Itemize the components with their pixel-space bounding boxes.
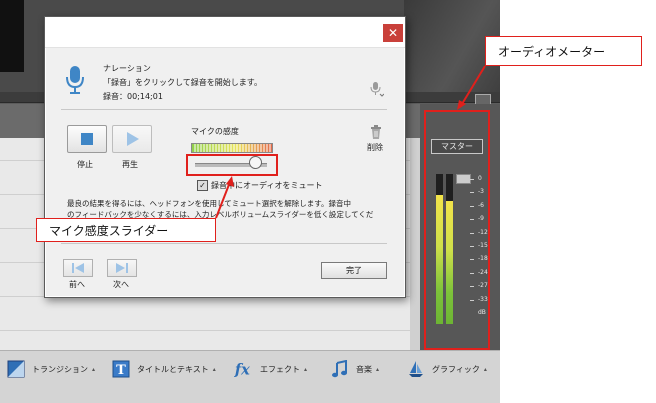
meter-scale-label: dB [478,309,486,316]
toolbar-label: 音楽 [356,364,372,374]
mic-source-dropdown-icon[interactable] [370,81,384,97]
meter-scale-tick [470,192,474,194]
play-button[interactable] [112,125,152,153]
meter-scale-label: -3 [478,188,484,196]
slider-highlight-box [186,154,278,176]
meter-fill-right [446,201,453,324]
microphone-icon [66,66,84,94]
back-label: 前へ [69,280,85,289]
help-text-line: 最良の結果を得るには、ヘッドフォンを使用してミュート選択を解除します。録音中 [67,199,352,208]
dialog-titlebar[interactable] [45,17,405,48]
back-arrow-icon [72,263,84,273]
delete-label[interactable]: 削除 [367,142,383,153]
meter-scale-label: -18 [478,255,488,263]
meter-scale-tick [470,259,474,261]
help-text: 最良の結果を得るには、ヘッドフォンを使用してミュート選択を解除します。録音中 の… [67,198,387,220]
meter-scale-tick [470,246,474,247]
toolbar-graphics[interactable]: グラフィック ▴ [406,358,487,380]
toolbar-effects[interactable]: fx エフェクト ▴ [234,358,307,380]
stop-label: 停止 [77,160,93,169]
separator [61,243,387,244]
separator [61,109,387,110]
record-time: 録音：00;14;01 [103,92,163,101]
meter-scale-tick [470,232,474,234]
meter-scale-label: -24 [478,268,488,276]
transition-icon [6,359,26,379]
timeline-vertical-scrollbar[interactable] [410,138,420,350]
meter-scale-tick [470,219,474,221]
meter-fill-left [436,195,443,324]
title-text-icon: T [111,359,131,379]
meter-scale-tick [470,179,474,180]
audio-meter-callout: オーディオメーター [485,36,642,66]
meter-scale-tick [470,286,474,288]
caret-up-icon: ▴ [304,365,308,373]
caret-up-icon: ▴ [92,365,96,373]
meter-scale-label: -9 [478,215,484,223]
master-volume-fader[interactable] [456,174,471,184]
play-label: 再生 [122,160,138,169]
meter-bar-left [436,174,443,324]
caret-up-icon: ▴ [376,365,380,373]
toolbar-label: タイトルとテキスト [137,364,209,374]
master-label[interactable]: マスター [431,139,483,154]
svg-text:T: T [116,363,126,378]
close-button[interactable]: ✕ [383,24,403,42]
play-icon [127,132,139,146]
graphics-sailboat-icon [406,359,426,379]
toolbar-music[interactable]: 音楽 ▴ [330,358,379,380]
meter-scale-label: -12 [478,228,488,236]
meter-scale-label: 0 [478,175,482,182]
next-label: 次へ [113,280,129,289]
preview-monitor [0,0,24,72]
mic-slider-callout: マイク感度スライダー [36,218,216,242]
meter-scale-tick [470,272,474,274]
meter-bar-right [446,174,453,324]
trash-icon[interactable] [370,125,382,139]
mic-sensitivity-label: マイクの感度 [191,127,239,136]
meter-scale-label: -33 [478,295,488,303]
toolbar-label: エフェクト [260,364,300,374]
music-note-icon [330,359,350,379]
done-button[interactable]: 完了 [321,262,387,279]
next-arrow-icon [116,263,128,273]
back-button[interactable] [63,259,93,277]
narration-title: ナレーション [103,64,151,73]
caret-up-icon: ▴ [212,365,216,373]
input-level-meter [191,143,273,153]
toolbar-label: トランジション [32,364,88,374]
meter-scale-label: -15 [478,242,488,249]
narration-instruction: 「録音」をクリックして録音を開始します。 [103,78,262,87]
mute-checkbox-label: 録音中にオーディオをミュート [211,181,323,190]
meter-scale-tick [470,299,474,301]
next-button[interactable] [107,259,137,277]
toolbar-transitions[interactable]: トランジション ▴ [6,358,95,380]
meter-scale-label: -27 [478,282,488,290]
stop-button[interactable] [67,125,107,153]
svg-text:fx: fx [234,361,250,378]
caret-up-icon: ▴ [483,365,487,373]
effects-fx-icon: fx [234,359,254,379]
mute-checkbox[interactable]: ✓ [197,180,208,191]
toolbar-label: グラフィック [432,364,480,374]
stop-icon [81,133,93,145]
toolbar-titles-text[interactable]: T タイトルとテキスト ▴ [111,358,216,380]
meter-scale-label: -6 [478,201,484,209]
meter-scale-tick [470,205,474,207]
